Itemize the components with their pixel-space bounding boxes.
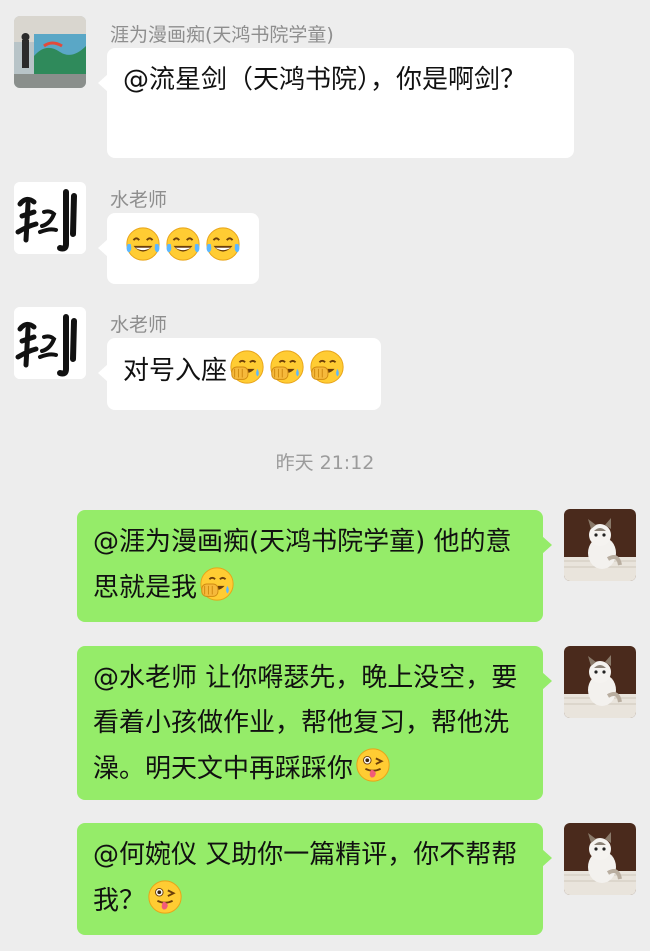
my-avatar-cat[interactable] [564,823,636,895]
message-text: 对号入座 [123,356,228,386]
my-avatar-cat[interactable] [564,509,636,581]
my-message-bubble[interactable]: @涯为漫画痴(天鸿书院学童) 他的意思就是我 [77,510,552,622]
message-text: @水老师 让你嘚瑟先，晚上没空，要看着小孩做作业，帮他复习，帮他洗澡。明天文中再… [93,663,518,784]
sender-name: 水老师 [110,314,168,336]
winking-tongue-emoji [146,878,184,916]
message-text: @流星剑（天鸿书院），你是啊剑？ [123,65,527,95]
tears-of-joy-emoji [204,225,242,263]
message-bubble[interactable]: 对号入座 [98,338,381,410]
message-text: @涯为漫画痴(天鸿书院学童) 他的意思就是我 [93,527,512,603]
tears-of-joy-emoji [124,225,162,263]
message-bubble[interactable]: @流星剑（天鸿书院），你是啊剑？ [98,48,574,158]
sender-name: 水老师 [110,189,168,211]
tears-of-joy-emoji [164,225,202,263]
my-message-bubble[interactable]: @何婉仪 又助你一篇精评，你不帮帮我？ [77,823,552,935]
facepalm-laugh-emoji [268,348,306,386]
my-avatar-cat[interactable] [564,646,636,718]
facepalm-laugh-emoji [308,348,346,386]
avatar-shuilaoshi[interactable] [14,182,86,254]
winking-tongue-emoji [354,746,392,784]
message-bubble[interactable] [98,213,259,284]
facepalm-laugh-emoji [228,348,266,386]
chat-timestamp: 昨天 21:12 [275,452,375,474]
my-message-bubble[interactable]: @水老师 让你嘚瑟先，晚上没空，要看着小孩做作业，帮他复习，帮他洗澡。明天文中再… [77,646,552,800]
sender-name: 涯为漫画痴(天鸿书院学童) [110,24,334,46]
avatar-shuilaoshi[interactable] [14,307,86,379]
avatar-yaweimanhuachi[interactable] [14,16,86,88]
facepalm-laugh-emoji [198,565,236,603]
